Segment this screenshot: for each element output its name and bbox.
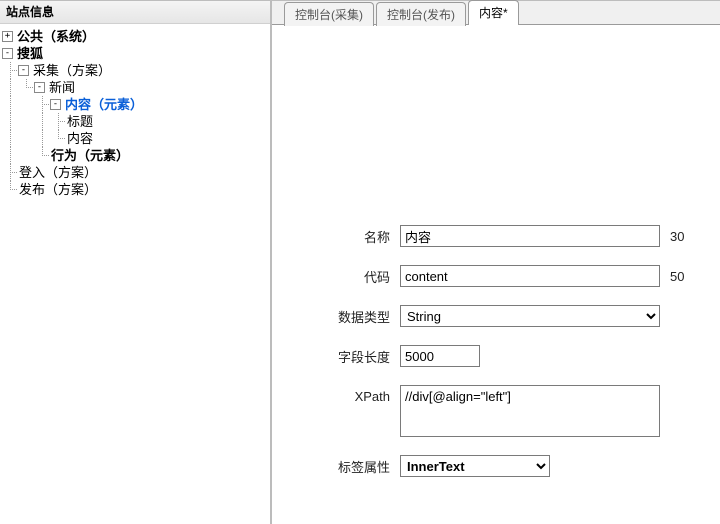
row-datatype: 数据类型 String <box>272 305 720 327</box>
label-code: 代码 <box>272 267 400 286</box>
tree-item-behavior-element[interactable]: 行为（元素） <box>2 147 268 164</box>
tree-label-news: 新闻 <box>48 79 76 96</box>
tab-bar: 控制台(采集) 控制台(发布) 内容* <box>272 1 720 25</box>
label-datatype: 数据类型 <box>272 307 400 326</box>
label-xpath: XPath <box>272 385 400 404</box>
tree-item-title[interactable]: 标题 <box>2 113 268 130</box>
tree-label-collect: 采集（方案） <box>32 62 112 79</box>
tree-view: + 公共（系统） - 搜狐 - <box>0 24 270 524</box>
tree-item-content[interactable]: 内容 <box>2 130 268 147</box>
row-xpath: XPath //div[@align="left"] <box>272 385 720 437</box>
collapse-icon[interactable]: - <box>34 82 45 93</box>
sidebar-title: 站点信息 <box>0 1 270 24</box>
tree-item-collect-plan[interactable]: - 采集（方案） <box>2 62 268 79</box>
row-fieldlen: 字段长度 <box>272 345 720 367</box>
label-fieldlen: 字段长度 <box>272 347 400 366</box>
tree-item-login-plan[interactable]: 登入（方案） <box>2 164 268 181</box>
tree-label-public: 公共（系统） <box>16 28 96 45</box>
label-name: 名称 <box>272 227 400 246</box>
input-code[interactable] <box>400 265 660 287</box>
tree-label-content-element: 内容（元素） <box>64 96 144 113</box>
tab-console-collect[interactable]: 控制台(采集) <box>284 2 374 26</box>
tree-item-sohu[interactable]: - 搜狐 <box>2 45 268 62</box>
tree-item-content-element[interactable]: - 内容（元素） <box>2 96 268 113</box>
tree-label-behavior: 行为（元素） <box>50 147 130 164</box>
select-datatype[interactable]: String <box>400 305 660 327</box>
tree-item-public-system[interactable]: + 公共（系统） <box>2 28 268 45</box>
label-tagattr: 标签属性 <box>272 457 400 476</box>
row-tagattr: 标签属性 InnerText <box>272 455 720 477</box>
tree-label-publish: 发布（方案） <box>18 181 98 198</box>
expand-icon[interactable]: + <box>2 31 13 42</box>
collapse-icon[interactable]: - <box>2 48 13 59</box>
select-tagattr[interactable]: InnerText <box>400 455 550 477</box>
collapse-icon[interactable]: - <box>18 65 29 76</box>
maxlen-name: 30 <box>670 229 684 244</box>
tree-label-sohu: 搜狐 <box>16 45 44 62</box>
tab-console-publish[interactable]: 控制台(发布) <box>376 2 466 26</box>
tree-item-news[interactable]: - 新闻 <box>2 79 268 96</box>
input-name[interactable] <box>400 225 660 247</box>
tab-content[interactable]: 内容* <box>468 0 519 25</box>
textarea-xpath[interactable]: //div[@align="left"] <box>400 385 660 437</box>
form-area: 名称 30 代码 50 数据类型 String 字段长度 <box>272 25 720 524</box>
row-name: 名称 30 <box>272 225 720 247</box>
main-panel: 控制台(采集) 控制台(发布) 内容* 名称 30 代码 50 数据类型 <box>272 1 720 524</box>
input-fieldlen[interactable] <box>400 345 480 367</box>
content-form: 名称 30 代码 50 数据类型 String 字段长度 <box>272 225 720 495</box>
maxlen-code: 50 <box>670 269 684 284</box>
collapse-icon[interactable]: - <box>50 99 61 110</box>
sidebar: 站点信息 + 公共（系统） - 搜狐 <box>0 1 272 524</box>
tree-label-title: 标题 <box>66 113 94 130</box>
app-root: 站点信息 + 公共（系统） - 搜狐 <box>0 0 720 524</box>
tree-item-publish-plan[interactable]: 发布（方案） <box>2 181 268 198</box>
tree-label-login: 登入（方案） <box>18 164 98 181</box>
tree-label-content: 内容 <box>66 130 94 147</box>
row-code: 代码 50 <box>272 265 720 287</box>
